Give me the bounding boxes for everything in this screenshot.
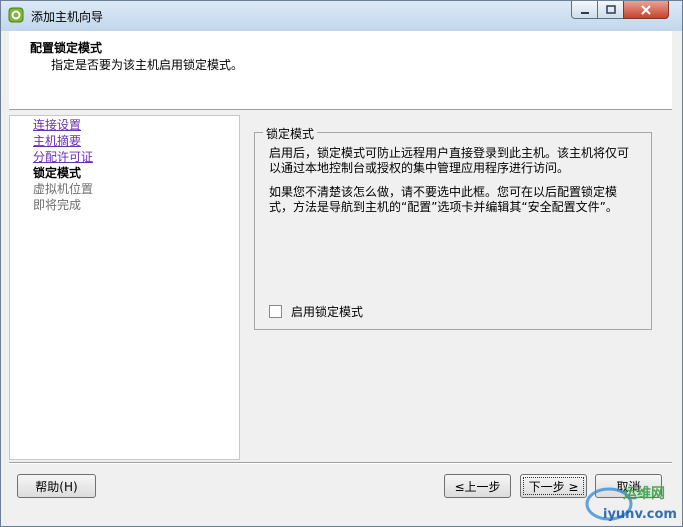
title-bar[interactable]: 添加主机向导 [1, 1, 682, 31]
wizard-window: 添加主机向导 配置锁定模式 指定是否要为该主机启用锁定模式。 连接设置 主机摘要… [0, 0, 683, 527]
wizard-header: 配置锁定模式 指定是否要为该主机启用锁定模式。 [9, 31, 672, 110]
page-title: 配置锁定模式 [30, 41, 103, 55]
hint-line-1: 如果您不清楚该怎么做，请不要选中此框。您可在以后配置锁定模 [269, 185, 618, 199]
window-title: 添加主机向导 [31, 10, 104, 24]
step-assign-license[interactable]: 分配许可证 [33, 150, 93, 164]
app-icon [8, 7, 24, 23]
help-button[interactable]: 帮助(H) [17, 474, 96, 498]
wizard-step-list: 连接设置 主机摘要 分配许可证 锁定模式 虚拟机位置 即将完成 [9, 115, 240, 460]
maximize-button[interactable] [597, 1, 624, 19]
description-line-1: 启用后，锁定模式可防止远程用户直接登录到此主机。该主机将仅可 [269, 146, 630, 160]
step-host-summary[interactable]: 主机摘要 [33, 134, 81, 148]
minimize-button[interactable] [571, 1, 598, 19]
enable-lockdown-checkbox[interactable] [269, 304, 282, 318]
step-connection-settings[interactable]: 连接设置 [33, 118, 81, 132]
description-line-2: 以通过本地控制台或授权的集中管理应用程序进行访问。 [269, 161, 570, 175]
enable-lockdown-option[interactable]: 启用锁定模式 [269, 303, 363, 319]
page-subtitle: 指定是否要为该主机启用锁定模式。 [51, 58, 244, 72]
close-button[interactable] [623, 1, 669, 19]
groupbox-label: 锁定模式 [263, 125, 318, 142]
close-icon [641, 4, 651, 15]
maximize-icon [605, 4, 616, 14]
back-button[interactable]: ≤上一步 [444, 474, 511, 498]
caption-buttons [571, 1, 673, 20]
watermark-title: 运维网 [623, 485, 665, 502]
watermark-domain: iyunv.com [603, 507, 677, 522]
step-lockdown-mode: 锁定模式 [33, 166, 82, 180]
footer-divider [9, 462, 672, 464]
hint-line-2: 式，方法是导航到主机的“配置”选项卡并编辑其“安全配置文件”。 [269, 200, 618, 214]
minimize-icon [580, 11, 589, 14]
site-watermark: 运维网 iyunv.com [585, 485, 677, 522]
step-ready-to-complete: 即将完成 [33, 198, 82, 212]
enable-lockdown-label[interactable]: 启用锁定模式 [291, 303, 363, 320]
step-vm-location: 虚拟机位置 [33, 182, 94, 196]
